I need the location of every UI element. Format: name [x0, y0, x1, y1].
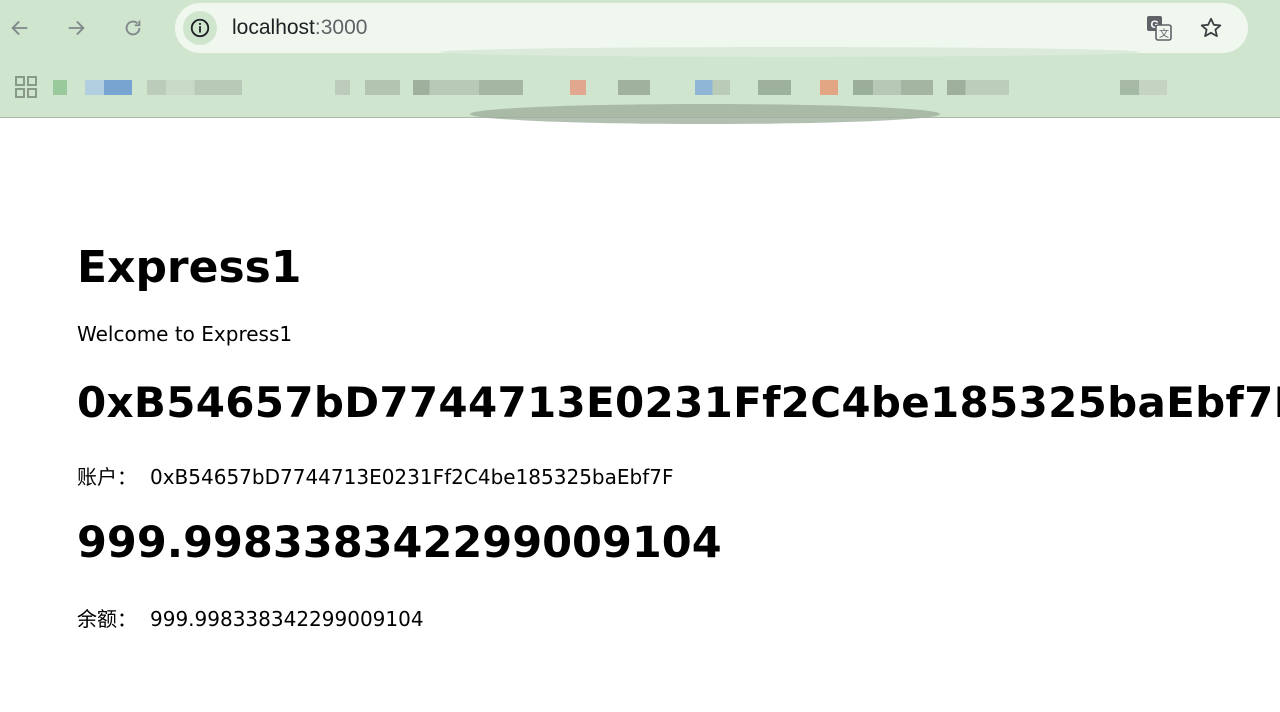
- url-host: localhost: [232, 16, 315, 39]
- address-bar[interactable]: localhost:3000 G文: [175, 3, 1248, 53]
- browser-toolbar: localhost:3000 G文: [0, 0, 1280, 124]
- url-port: :3000: [314, 16, 368, 39]
- site-info-button[interactable]: [183, 11, 217, 45]
- bookmark-item[interactable]: [85, 80, 132, 95]
- decorative-smudge: [440, 47, 1140, 57]
- welcome-text: Welcome to Express1: [77, 322, 293, 346]
- bookmark-item[interactable]: [53, 80, 67, 95]
- bookmark-item[interactable]: [147, 80, 242, 95]
- star-icon: [1200, 17, 1222, 37]
- address-heading: 0xB54657bD7744713E0231Ff2C4be185325baEbf…: [77, 378, 1280, 427]
- arrow-left-icon: [11, 20, 28, 36]
- balance-value: 999.998338342299009104: [150, 607, 424, 631]
- forward-button[interactable]: [60, 12, 92, 44]
- apps-grid-icon[interactable]: [15, 76, 37, 98]
- bookmark-item[interactable]: [853, 80, 933, 95]
- translate-button[interactable]: G文: [1145, 14, 1173, 42]
- bookmark-item[interactable]: [947, 80, 1009, 95]
- decorative-smudge: [470, 104, 940, 124]
- bookmark-star-button[interactable]: [1197, 14, 1225, 42]
- bookmark-item[interactable]: [758, 80, 791, 95]
- balance-line: 余额： 999.998338342299009104: [77, 603, 424, 632]
- account-label: 账户：: [77, 465, 137, 489]
- page-title: Express1: [77, 242, 302, 293]
- reload-button[interactable]: [117, 12, 149, 44]
- balance-label: 余额：: [77, 607, 137, 631]
- bookmark-item[interactable]: [618, 80, 650, 95]
- balance-heading: 999.998338342299009104: [77, 518, 722, 568]
- bookmark-item[interactable]: [413, 80, 523, 95]
- url-text[interactable]: localhost:3000: [232, 16, 367, 40]
- account-value: 0xB54657bD7744713E0231Ff2C4be185325baEbf…: [150, 465, 674, 489]
- reload-icon: [125, 20, 141, 36]
- account-line: 账户： 0xB54657bD7744713E0231Ff2C4be185325ba…: [77, 461, 673, 490]
- bookmark-item[interactable]: [1120, 80, 1167, 95]
- bookmark-item[interactable]: [365, 80, 400, 95]
- translate-icon: G文: [1147, 16, 1172, 41]
- bookmark-item[interactable]: [335, 80, 350, 95]
- back-button[interactable]: [4, 12, 36, 44]
- arrow-right-icon: [68, 20, 85, 36]
- svg-text:文: 文: [1159, 27, 1169, 40]
- bookmarks-bar: [50, 78, 1220, 98]
- bookmark-item[interactable]: [570, 80, 586, 95]
- info-icon: [190, 18, 210, 38]
- bookmark-item[interactable]: [695, 80, 730, 95]
- bookmark-item[interactable]: [820, 80, 838, 95]
